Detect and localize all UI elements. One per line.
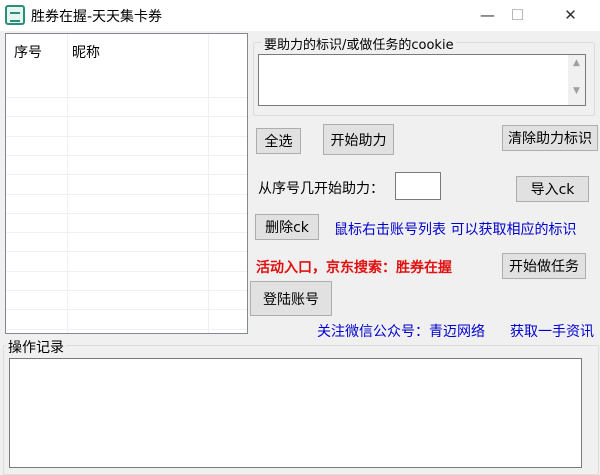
row-gridline: [6, 251, 247, 253]
follow-text: 关注微信公众号：青迈网络: [317, 324, 485, 340]
row-gridline: [6, 193, 247, 195]
column-nickname[interactable]: [68, 34, 209, 333]
activity-text: 活动入口，京东搜索：胜券在握: [256, 260, 452, 276]
import-ck-button[interactable]: 导入ck: [516, 176, 589, 202]
row-gridline: [6, 116, 247, 118]
hint-text: 鼠标右击账号列表 可以获取相应的标识: [334, 222, 577, 238]
clear-help-button[interactable]: 清除助力标识: [502, 125, 598, 151]
title-bar: 胜券在握-天天集卡券 — ☐ ✕: [0, 0, 600, 31]
select-all-button[interactable]: 全选: [256, 128, 301, 154]
row-gridline: [6, 309, 247, 311]
start-from-input[interactable]: [395, 172, 441, 200]
app-icon: [5, 5, 25, 25]
row-gridline: [6, 97, 247, 98]
row-gridline: [6, 174, 247, 176]
account-list[interactable]: 序号 昵称: [5, 33, 248, 334]
news-text: 获取一手资讯: [510, 324, 594, 340]
row-gridline: [6, 290, 247, 291]
window-title: 胜券在握-天天集卡券: [31, 9, 163, 25]
login-button[interactable]: 登陆账号: [250, 281, 332, 316]
log-label: 操作记录: [6, 337, 66, 357]
scrollbar[interactable]: ▲ ▼: [568, 55, 585, 105]
start-from-label: 从序号几开始助力：: [258, 181, 384, 197]
maximize-button[interactable]: ☐: [495, 0, 540, 31]
row-gridline: [6, 154, 247, 156]
start-task-button[interactable]: 开始做任务: [502, 253, 586, 279]
column-index[interactable]: [6, 34, 68, 333]
log-textarea[interactable]: [9, 358, 582, 468]
row-gridline: [6, 135, 247, 137]
row-gridline: [6, 232, 247, 234]
row-gridline: [6, 270, 247, 272]
close-button[interactable]: ✕: [548, 0, 593, 31]
header-index[interactable]: 序号: [14, 42, 42, 62]
row-gridline: [6, 328, 247, 330]
start-help-button[interactable]: 开始助力: [323, 124, 394, 155]
header-nickname[interactable]: 昵称: [72, 42, 100, 62]
delete-ck-button[interactable]: 删除ck: [255, 214, 319, 240]
cookie-input[interactable]: ▲ ▼: [258, 54, 586, 106]
cookie-group-label: 要助力的标识/或做任务的cookie: [262, 34, 456, 53]
row-gridline: [6, 212, 247, 214]
